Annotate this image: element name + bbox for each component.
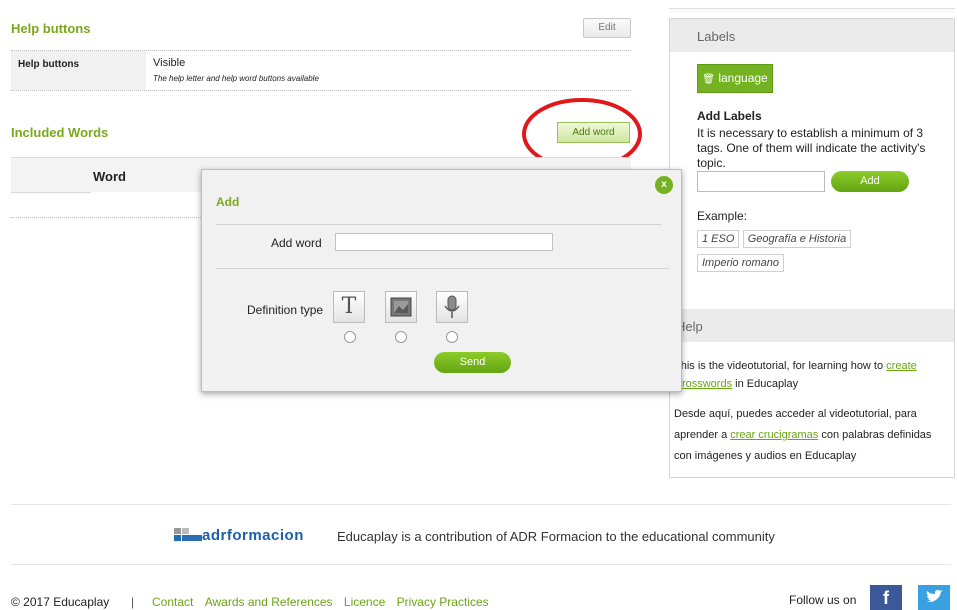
- twitter-icon[interactable]: [918, 585, 950, 610]
- example-tags: 1 ESO Geografía e Historia: [697, 230, 852, 248]
- divider: [216, 268, 669, 269]
- help-panel-header: [670, 309, 954, 342]
- adrformacion-brand: adrformacion: [202, 527, 304, 544]
- add-word-field-label: Add word: [271, 236, 322, 250]
- help-buttons-heading: Help buttons: [11, 21, 91, 36]
- follow-us-label: Follow us on: [789, 593, 857, 607]
- add-word-input[interactable]: [335, 233, 553, 251]
- example-tag: 1 ESO: [697, 230, 740, 248]
- dialog-title: Add: [216, 195, 240, 209]
- microphone-icon: [444, 295, 460, 318]
- image-type-icon[interactable]: [385, 291, 417, 323]
- privacy-link[interactable]: Privacy Practices: [397, 595, 489, 609]
- send-button[interactable]: Send: [434, 352, 511, 373]
- example-label: Example:: [697, 209, 748, 223]
- included-words-heading: Included Words: [11, 125, 109, 140]
- language-button-label: language: [718, 71, 768, 85]
- edit-button[interactable]: Edit: [583, 18, 631, 38]
- facebook-icon[interactable]: f: [870, 585, 902, 610]
- add-label-button[interactable]: Add: [831, 171, 909, 192]
- panel-top-shadow: [669, 8, 955, 9]
- twitter-bird-icon: [926, 589, 943, 602]
- footer-tagline: Educaplay is a contribution of ADR Forma…: [337, 529, 775, 544]
- divider: [216, 224, 661, 225]
- trash-icon: 🗑: [702, 74, 715, 85]
- awards-link[interactable]: Awards and References: [205, 595, 333, 609]
- licence-link[interactable]: Licence: [344, 595, 385, 609]
- row-label-cell: [11, 51, 146, 90]
- adr-logo-icon: [174, 528, 202, 541]
- picture-icon: [390, 297, 412, 317]
- text-type-icon[interactable]: T: [333, 291, 365, 323]
- divider: [11, 192, 91, 193]
- text-type-radio[interactable]: [344, 331, 356, 343]
- example-tag: Geografía e Historia: [742, 230, 852, 248]
- help-paragraph-1: This is the videotutorial, for learning …: [674, 357, 946, 393]
- adrformacion-logo: [174, 527, 204, 546]
- language-button[interactable]: 🗑 language: [697, 64, 773, 93]
- example-tag: Imperio romano: [697, 254, 785, 272]
- help-buttons-row-value: Visible: [153, 57, 186, 69]
- audio-type-radio[interactable]: [446, 331, 458, 343]
- contact-link[interactable]: Contact: [152, 595, 193, 609]
- help-paragraph-2: Desde aquí, puedes acceder al videotutor…: [674, 404, 950, 467]
- definition-type-label: Definition type: [247, 303, 324, 317]
- labels-panel-title: Labels: [697, 29, 736, 44]
- divider: [11, 564, 951, 565]
- image-type-radio[interactable]: [395, 331, 407, 343]
- help-text: in Educaplay: [732, 378, 799, 390]
- crear-crucigramas-link[interactable]: crear crucigramas: [730, 429, 818, 441]
- label-input[interactable]: [697, 171, 825, 192]
- footer-separator: |: [131, 595, 135, 609]
- help-text: This is the videotutorial, for learning …: [674, 360, 887, 372]
- divider: [11, 217, 211, 218]
- help-buttons-row-note: The help letter and help word buttons av…: [153, 74, 319, 83]
- add-labels-description: It is necessary to establish a minimum o…: [697, 126, 926, 170]
- help-buttons-row-label: Help buttons: [18, 59, 80, 70]
- copyright: © 2017 Educaplay: [11, 595, 110, 609]
- example-tags-row2: Imperio romano: [697, 254, 785, 272]
- footer-links: Contact Awards and References Licence Pr…: [152, 595, 489, 609]
- audio-type-icon[interactable]: [436, 291, 468, 323]
- divider: [11, 90, 631, 91]
- close-icon[interactable]: x: [655, 176, 673, 194]
- column-word: Word: [93, 169, 126, 184]
- divider: [11, 504, 951, 505]
- add-labels-title: Add Labels: [697, 109, 762, 123]
